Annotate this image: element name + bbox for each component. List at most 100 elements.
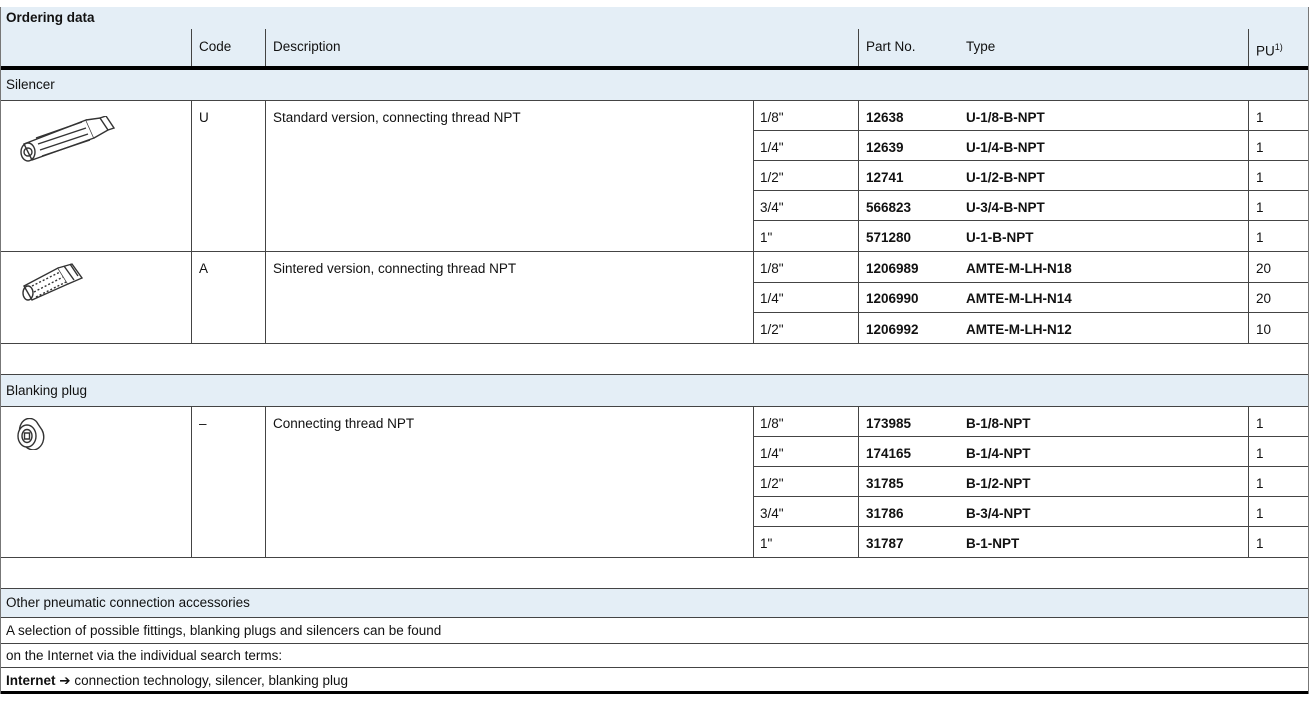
internet-search-terms: connection technology, silencer, blankin… <box>74 673 349 688</box>
pu-cell: 1 <box>1256 140 1264 155</box>
type-cell: AMTE-M-LH-N18 <box>966 261 1072 276</box>
column-divider <box>265 100 266 343</box>
size-cell: 1/4" <box>760 291 784 306</box>
type-cell: U-1/4-B-NPT <box>966 140 1045 155</box>
part-no-cell: 31786 <box>866 506 904 521</box>
pu-cell: 1 <box>1256 110 1264 125</box>
header-type: Type <box>966 39 996 54</box>
type-cell: U-3/4-B-NPT <box>966 200 1045 215</box>
arrow-right-icon: ➔ <box>59 673 71 688</box>
size-cell: 1/8" <box>760 110 784 125</box>
size-cell: 3/4" <box>760 506 784 521</box>
size-cell: 1/4" <box>760 140 784 155</box>
row-line <box>753 526 1309 527</box>
column-divider <box>265 406 266 557</box>
section-band-blanking-plug <box>0 375 1309 406</box>
pu-cell: 1 <box>1256 476 1264 491</box>
pu-cell: 20 <box>1256 261 1272 276</box>
group-description: Standard version, connecting thread NPT <box>273 110 521 125</box>
size-cell: 1/4" <box>760 446 784 461</box>
type-cell: U-1-B-NPT <box>966 230 1034 245</box>
row-line <box>753 220 1309 221</box>
section-band-silencer <box>0 70 1309 100</box>
part-no-cell: 31787 <box>866 536 904 551</box>
bottom-rule <box>0 691 1309 694</box>
part-no-cell: 1206990 <box>866 291 919 306</box>
header-part-no: Part No. <box>866 39 916 54</box>
group-description: Connecting thread NPT <box>273 416 415 431</box>
column-divider <box>858 100 859 343</box>
silencer-sintered-icon <box>18 262 88 302</box>
part-no-cell: 31785 <box>866 476 904 491</box>
column-divider <box>1248 100 1249 343</box>
column-divider <box>191 406 192 557</box>
column-divider <box>753 100 754 343</box>
part-no-cell: 174165 <box>866 446 912 461</box>
row-line <box>753 282 1309 283</box>
type-cell: B-1/4-NPT <box>966 446 1031 461</box>
column-divider <box>191 100 192 343</box>
column-divider <box>1248 406 1249 557</box>
part-no-cell: 566823 <box>866 200 912 215</box>
part-no-cell: 1206989 <box>866 261 919 276</box>
type-cell: B-1/8-NPT <box>966 416 1031 431</box>
pu-cell: 1 <box>1256 536 1264 551</box>
part-no-cell: 12639 <box>866 140 904 155</box>
internet-label: Internet <box>6 673 56 688</box>
pu-cell: 1 <box>1256 230 1264 245</box>
type-cell: AMTE-M-LH-N14 <box>966 291 1072 306</box>
size-cell: 1/2" <box>760 322 784 337</box>
size-cell: 1" <box>760 536 773 551</box>
group-line <box>0 251 1309 252</box>
pu-cell: 1 <box>1256 446 1264 461</box>
column-divider <box>858 406 859 557</box>
group-description: Sintered version, connecting thread NPT <box>273 261 517 276</box>
size-cell: 3/4" <box>760 200 784 215</box>
row-line <box>0 643 1309 644</box>
row-line <box>0 667 1309 668</box>
accessories-text-line: A selection of possible fittings, blanki… <box>6 623 442 638</box>
group-line <box>0 343 1309 344</box>
internet-search-line: Internet ➔ connection technology, silenc… <box>6 672 348 690</box>
title-band <box>0 7 1309 29</box>
header-description: Description <box>273 39 341 54</box>
part-no-cell: 173985 <box>866 416 912 431</box>
table-title: Ordering data <box>6 10 95 25</box>
header-pu-label: PU <box>1256 43 1275 59</box>
section-title-blanking-plug: Blanking plug <box>6 383 88 398</box>
row-line <box>753 190 1309 191</box>
part-no-cell: 571280 <box>866 230 912 245</box>
pu-cell: 20 <box>1256 291 1272 306</box>
type-cell: AMTE-M-LH-N12 <box>966 322 1072 337</box>
pu-cell: 1 <box>1256 170 1264 185</box>
pu-cell: 1 <box>1256 200 1264 215</box>
pu-cell: 10 <box>1256 322 1272 337</box>
table-left-border <box>0 7 1 694</box>
group-code: A <box>199 261 209 276</box>
group-code: U <box>199 110 209 125</box>
blanking-plug-icon <box>14 417 46 451</box>
accessories-text-line: on the Internet via the individual searc… <box>6 648 283 663</box>
row-line <box>753 436 1309 437</box>
header-code: Code <box>199 39 232 54</box>
group-code: – <box>199 416 207 431</box>
pu-cell: 1 <box>1256 416 1264 431</box>
header-band <box>0 29 1309 66</box>
section-title-accessories: Other pneumatic connection accessories <box>6 595 250 610</box>
row-line <box>0 617 1309 618</box>
type-cell: B-1/2-NPT <box>966 476 1031 491</box>
part-no-cell: 1206992 <box>866 322 919 337</box>
pu-cell: 1 <box>1256 506 1264 521</box>
row-line <box>753 466 1309 467</box>
type-cell: B-1-NPT <box>966 536 1020 551</box>
part-no-cell: 12741 <box>866 170 904 185</box>
row-line <box>0 100 1309 101</box>
row-line <box>753 160 1309 161</box>
size-cell: 1/8" <box>760 416 784 431</box>
header-divider <box>191 29 192 66</box>
type-cell: U-1/2-B-NPT <box>966 170 1045 185</box>
part-no-cell: 12638 <box>866 110 904 125</box>
header-divider <box>858 29 859 66</box>
size-cell: 1/2" <box>760 170 784 185</box>
row-line <box>0 406 1309 407</box>
